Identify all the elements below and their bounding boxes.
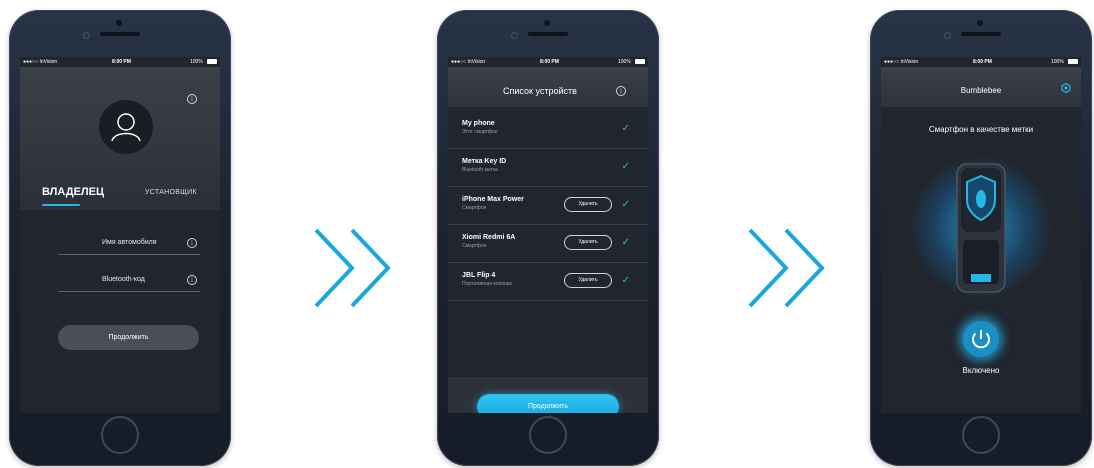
car-name-field[interactable] [58,254,200,255]
info-icon[interactable]: i [187,275,197,285]
sensor [511,32,518,39]
list-item-key-id[interactable]: Метка Key ID Bluetooth метка ✓ [448,149,648,187]
home-button[interactable] [529,416,567,454]
power-status: Включено [962,366,1000,375]
carrier-label: ●●●○○ InVision [451,59,486,65]
earpiece-speaker [961,32,1001,36]
remove-button[interactable]: Удалить [564,273,612,288]
tab-installer[interactable]: УСТАНОВЩИК [145,189,197,196]
info-icon[interactable]: i [187,238,197,248]
chevron-right-icon [314,228,391,308]
time-label: 8:00 PM [973,59,992,65]
page-title: Bumblebee [960,86,1002,95]
battery-icon [635,59,645,64]
list-item-jbl[interactable]: JBL Flip 4 Портативная колонка Удалить ✓ [448,263,648,301]
status-bar: ●●●○○ InVision 8:00 PM 100% [881,57,1081,67]
carrier-label: ●●●○○ InVision [23,59,58,65]
time-label: 8:00 PM [540,59,559,65]
device-name: iPhone Max Power [462,196,524,203]
check-icon: ✓ [621,275,630,286]
home-button[interactable] [101,416,139,454]
gear-icon[interactable] [1061,83,1071,93]
device-type: Bluetooth метка [462,167,498,173]
screen-key-mode: ●●●○○ InVision 8:00 PM 100% Bumblebee См… [881,57,1081,413]
device-name: Метка Key ID [462,158,507,165]
device-name: JBL Flip 4 [462,272,496,279]
battery-label: 100% [190,59,203,65]
carrier-label: ●●●○○ InVision [884,59,919,65]
continue-button[interactable]: Продолжить [58,325,199,350]
device-type: Этот смартфон [462,129,498,135]
check-icon: ✓ [621,123,630,134]
power-button[interactable] [963,321,999,357]
active-tab-indicator [42,204,80,206]
chevron-right-icon [748,228,825,308]
mode-subtitle: Смартфон в качестве метки [928,125,1034,134]
phone-owner-setup: ●●●○○ InVision 8:00 PM 100% i ВЛАДЕЛЕЦ У… [9,10,231,466]
car-name-label: Имя автомобиля [102,239,157,246]
screen-owner-setup: ●●●○○ InVision 8:00 PM 100% i ВЛАДЕЛЕЦ У… [20,57,220,413]
battery-icon [207,59,217,64]
device-type: Портативная колонка [462,281,512,287]
device-type: Смартфон [462,243,487,249]
continue-button[interactable]: Продолжить [477,394,619,413]
bluetooth-code-label: Bluetooth-код [102,276,145,283]
avatar-icon[interactable] [99,100,153,154]
sensor [83,32,90,39]
front-camera [544,20,550,26]
earpiece-speaker [100,32,140,36]
screen-device-list: ●●●○○ InVision 8:00 PM 100% Список устро… [448,57,648,413]
key-fob-icon [956,163,1006,293]
battery-label: 100% [618,59,631,65]
page-title: Список устройств [503,86,577,96]
bluetooth-code-field[interactable] [58,291,200,292]
device-name: Xiomi Redmi 6A [462,234,516,241]
info-icon[interactable]: i [187,94,197,104]
sensor [944,32,951,39]
status-bar: ●●●○○ InVision 8:00 PM 100% [20,57,220,67]
power-icon [972,330,990,349]
home-button[interactable] [962,416,1000,454]
device-type: Смартфон [462,205,487,211]
tab-owner[interactable]: ВЛАДЕЛЕЦ [42,186,104,198]
status-bar: ●●●○○ InVision 8:00 PM 100% [448,57,648,67]
check-icon: ✓ [621,199,630,210]
front-camera [116,20,122,26]
device-name: My phone [462,120,495,127]
remove-button[interactable]: Удалить [564,235,612,250]
earpiece-speaker [528,32,568,36]
front-camera [977,20,983,26]
check-icon: ✓ [621,237,630,248]
battery-icon [1068,59,1078,64]
info-icon[interactable]: i [616,86,626,96]
check-icon: ✓ [621,161,630,172]
battery-label: 100% [1051,59,1064,65]
phone-key-mode: ●●●○○ InVision 8:00 PM 100% Bumblebee См… [870,10,1092,466]
list-item-my-phone[interactable]: My phone Этот смартфон ✓ [448,111,648,149]
list-item-redmi[interactable]: Xiomi Redmi 6A Смартфон Удалить ✓ [448,225,648,263]
time-label: 8:00 PM [112,59,131,65]
phone-device-list: ●●●○○ InVision 8:00 PM 100% Список устро… [437,10,659,466]
list-item-iphone[interactable]: iPhone Max Power Смартфон Удалить ✓ [448,187,648,225]
remove-button[interactable]: Удалить [564,197,612,212]
